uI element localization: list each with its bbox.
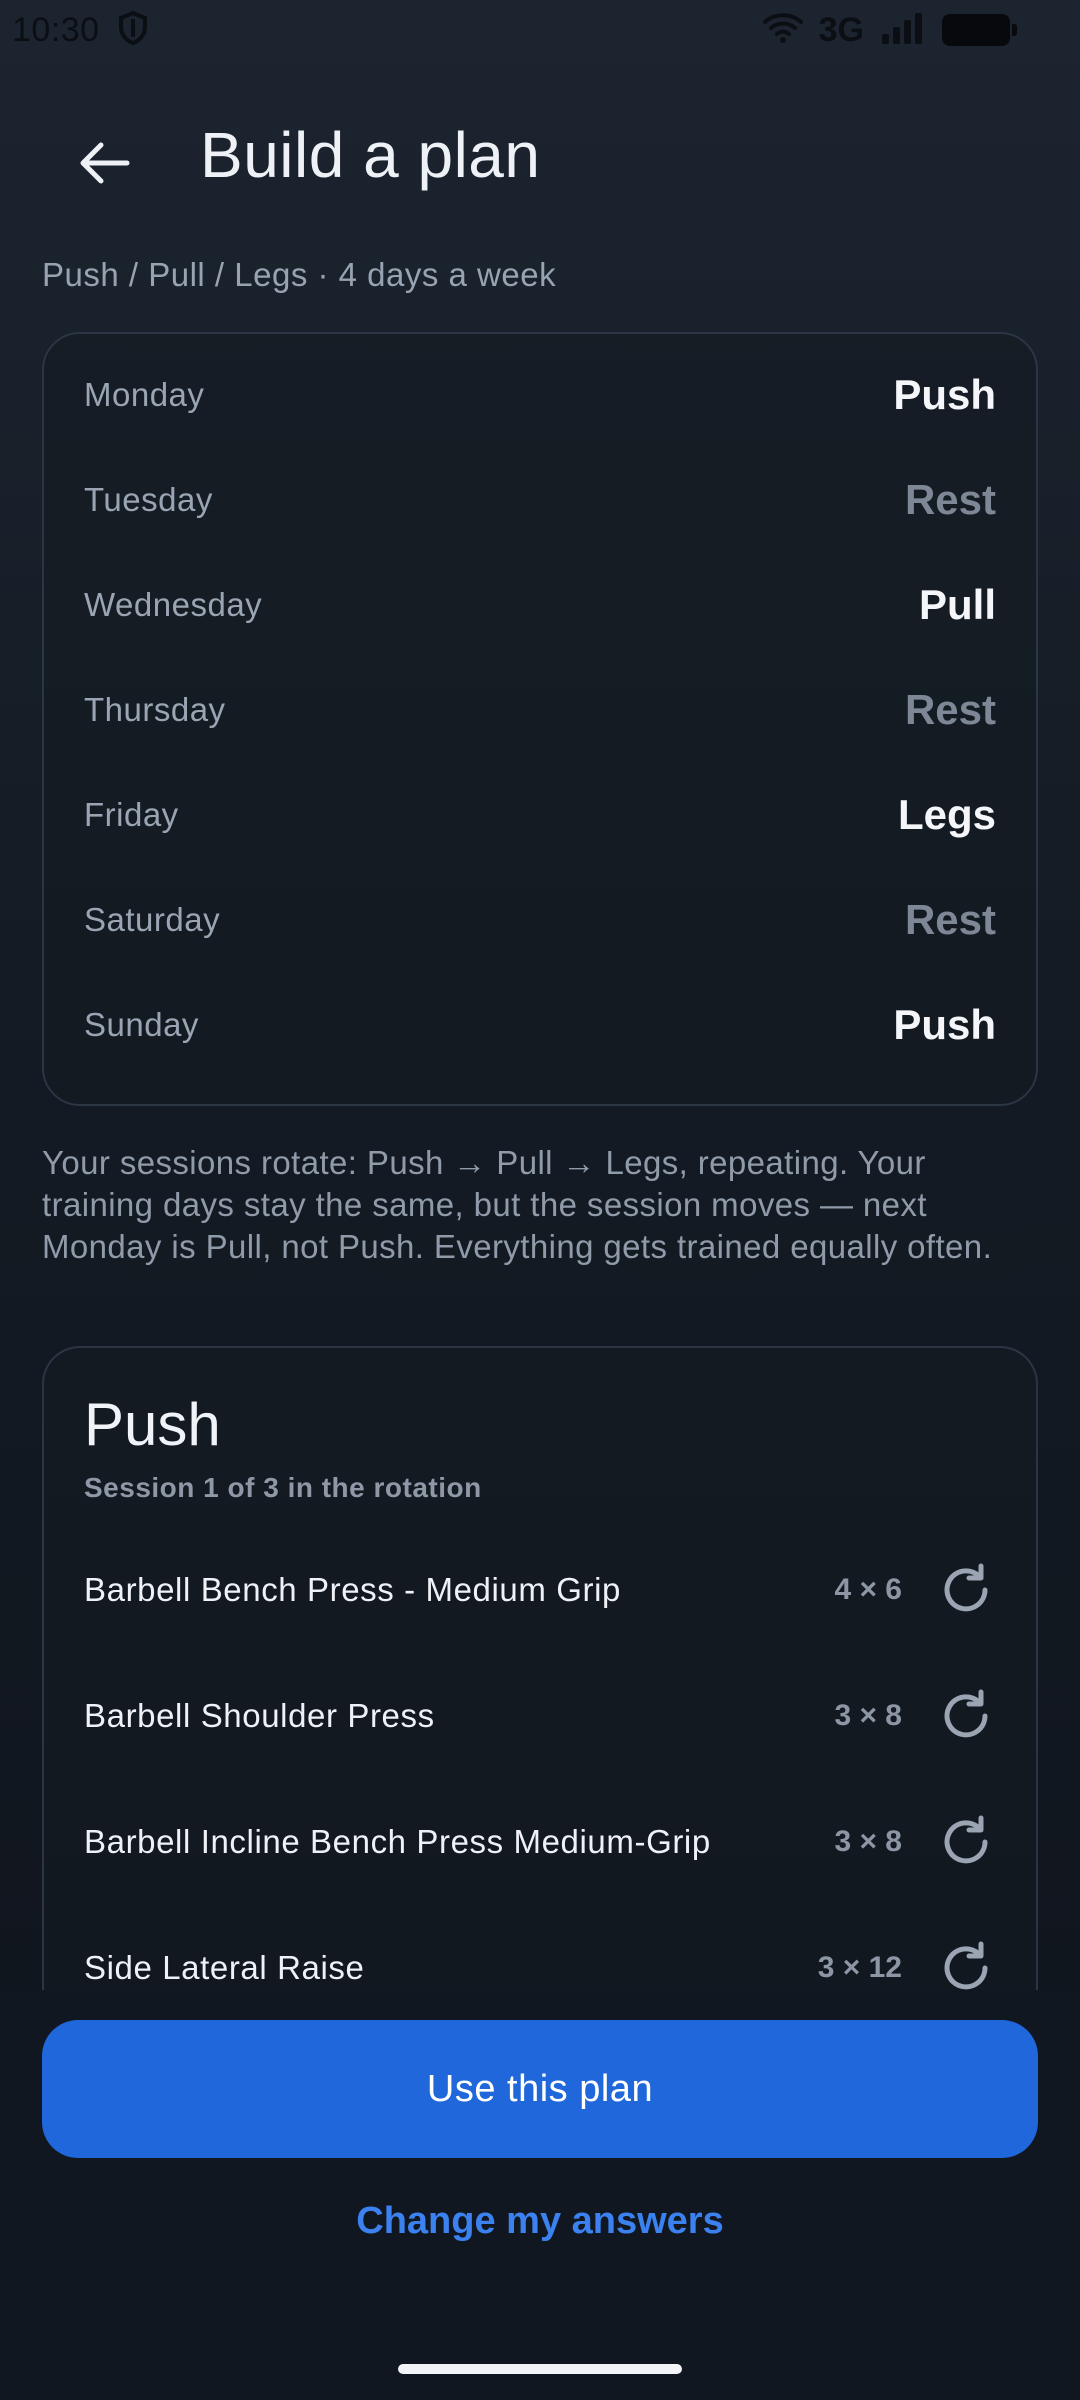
day-label: Thursday [84, 690, 226, 728]
plan-subtitle: Push / Pull / Legs · 4 days a week [42, 256, 557, 293]
swap-exercise-button[interactable] [936, 1686, 996, 1746]
status-time: 10:30 [12, 10, 100, 49]
swap-exercise-button[interactable] [936, 1812, 996, 1872]
arrow-left-icon [79, 141, 131, 190]
network-label: 3G [818, 10, 864, 49]
status-right: 3G [762, 10, 1017, 50]
refresh-icon [944, 1815, 988, 1864]
session-label: Rest [904, 685, 996, 733]
exercise-name: Barbell Incline Bench Press Medium-Grip [84, 1823, 711, 1860]
home-indicator[interactable] [398, 2364, 682, 2374]
signal-icon [880, 12, 926, 49]
swap-exercise-button[interactable] [936, 1938, 996, 1998]
refresh-icon [944, 1563, 988, 1612]
header: Build a plan [0, 110, 1080, 210]
status-bar: 10:30 3G [0, 0, 1080, 60]
exercise-sets: 3 × 12 [817, 1951, 902, 1984]
exercise-row: Barbell Bench Press - Medium Grip 4 × 6 [84, 1545, 996, 1635]
schedule-row-thursday: Thursday Rest [84, 657, 996, 762]
exercise-name: Side Lateral Raise [84, 1949, 365, 1986]
refresh-icon [944, 1941, 988, 1990]
schedule-row-saturday: Saturday Rest [84, 867, 996, 972]
day-label: Wednesday [84, 585, 263, 623]
rotation-description: Your sessions rotate: Push → Pull → Legs… [42, 1144, 993, 1265]
swap-exercise-button[interactable] [936, 1560, 996, 1620]
battery-icon [942, 14, 1017, 46]
exercise-sets: 4 × 6 [834, 1573, 902, 1606]
session-label: Push [893, 1000, 996, 1048]
exercise-sets: 3 × 8 [834, 1699, 902, 1732]
day-label: Monday [84, 375, 205, 413]
schedule-row-monday: Monday Push [84, 342, 996, 447]
day-label: Friday [84, 795, 179, 833]
schedule-row-tuesday: Tuesday Rest [84, 447, 996, 552]
change-answers-link[interactable]: Change my answers [0, 2200, 1080, 2243]
exercise-name: Barbell Bench Press - Medium Grip [84, 1571, 621, 1608]
day-label: Sunday [84, 1005, 199, 1043]
session-label: Legs [897, 790, 996, 838]
page-title: Build a plan [200, 119, 541, 191]
session-title: Push [84, 1391, 221, 1458]
exercise-sets: 3 × 8 [834, 1825, 902, 1858]
weekly-schedule-card: Monday Push Tuesday Rest Wednesday Pull … [42, 332, 1038, 1106]
exercise-row: Barbell Shoulder Press 3 × 8 [84, 1671, 996, 1761]
status-left: 10:30 [12, 10, 148, 50]
session-label: Pull [918, 580, 996, 628]
session-label: Rest [904, 895, 996, 943]
session-card: Push Session 1 of 3 in the rotation Barb… [42, 1346, 1038, 2046]
exercise-name: Barbell Shoulder Press [84, 1697, 435, 1734]
schedule-row-friday: Friday Legs [84, 762, 996, 867]
wifi-icon [762, 12, 803, 49]
schedule-row-wednesday: Wednesday Pull [84, 552, 996, 657]
use-plan-button[interactable]: Use this plan [42, 2020, 1038, 2158]
day-label: Saturday [84, 900, 221, 938]
session-label: Push [893, 370, 996, 418]
exercise-row: Barbell Incline Bench Press Medium-Grip … [84, 1797, 996, 1887]
session-label: Rest [904, 475, 996, 523]
session-subtitle: Session 1 of 3 in the rotation [84, 1472, 482, 1503]
schedule-row-sunday: Sunday Push [84, 972, 996, 1077]
back-button[interactable] [60, 120, 150, 210]
day-label: Tuesday [84, 480, 213, 518]
refresh-icon [944, 1689, 988, 1738]
shield-icon [118, 10, 148, 50]
